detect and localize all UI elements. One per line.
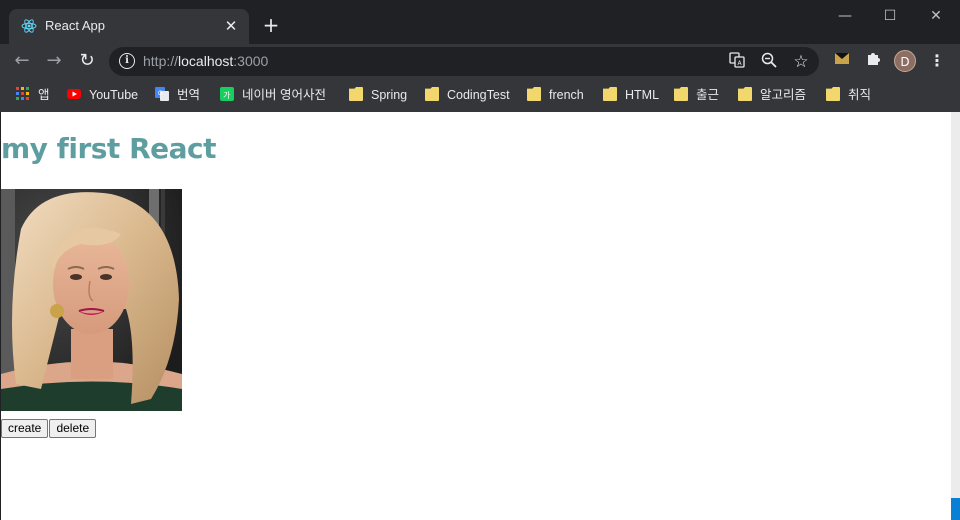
svg-text:G: G <box>158 91 163 97</box>
tab-strip: React App ✕ + — ☐ ✕ <box>0 0 960 44</box>
react-logo-icon <box>21 19 37 33</box>
folder-icon <box>425 87 439 101</box>
bookmark-folder-french[interactable]: french <box>527 85 584 105</box>
folder-icon <box>603 87 617 101</box>
minimize-button[interactable]: — <box>822 6 868 28</box>
taskbar-accent <box>951 498 960 520</box>
extensions-puzzle-icon[interactable] <box>861 49 885 73</box>
portrait-image <box>1 189 182 411</box>
bookmark-youtube[interactable]: YouTube <box>67 85 138 105</box>
maximize-button[interactable]: ☐ <box>867 6 913 28</box>
bookmark-folder-algorithm[interactable]: 알고리즘 <box>738 85 806 105</box>
site-info-icon[interactable]: i <box>119 53 135 69</box>
svg-text:가: 가 <box>223 91 231 100</box>
extension-icon[interactable] <box>830 49 854 73</box>
bookmark-folder-spring[interactable]: Spring <box>349 85 407 105</box>
bookmark-folder-job[interactable]: 취직 <box>826 85 871 105</box>
folder-icon <box>349 87 363 101</box>
forward-arrow-icon[interactable]: → <box>42 49 66 73</box>
folder-icon <box>826 87 840 101</box>
page-title: my first React <box>1 132 217 165</box>
profile-avatar[interactable]: D <box>894 50 916 72</box>
naver-dict-icon: 가 <box>220 87 234 101</box>
tab-close-icon[interactable]: ✕ <box>221 16 241 36</box>
folder-icon <box>527 87 541 101</box>
window-close-button[interactable]: ✕ <box>913 6 959 28</box>
apps-grid-icon <box>16 87 29 100</box>
browser-chrome: React App ✕ + — ☐ ✕ ← → ↻ i http://local… <box>0 0 960 112</box>
translate-icon[interactable]: A <box>727 52 747 72</box>
google-translate-icon: G <box>155 87 169 101</box>
bookmark-translate[interactable]: G 번역 <box>155 85 200 105</box>
bookmark-folder-codingtest[interactable]: CodingTest <box>425 85 510 105</box>
new-tab-button[interactable]: + <box>260 14 282 36</box>
url-text[interactable]: http://localhost:3000 <box>143 53 268 69</box>
create-button[interactable]: create <box>1 419 49 438</box>
bookmarks-bar: 앱 YouTube G 번역 가 네이버 영어사전 Spring CodingTes… <box>0 78 960 112</box>
bookmark-naver-dictionary[interactable]: 가 네이버 영어사전 <box>220 85 326 105</box>
tab-title: React App <box>45 18 105 33</box>
folder-icon <box>738 87 752 101</box>
bookmark-folder-html[interactable]: HTML <box>603 85 659 105</box>
taskbar-edge <box>951 112 960 520</box>
back-arrow-icon[interactable]: ← <box>10 49 34 73</box>
youtube-icon <box>67 89 81 99</box>
action-buttons: create delete <box>1 417 97 438</box>
reload-icon[interactable]: ↻ <box>75 49 99 73</box>
browser-toolbar: ← → ↻ i http://localhost:3000 A ☆ D ⋮ <box>0 44 960 78</box>
folder-icon <box>674 87 688 101</box>
menu-kebab-icon[interactable]: ⋮ <box>925 49 949 73</box>
delete-button[interactable]: delete <box>49 419 97 438</box>
bookmark-apps[interactable]: 앱 <box>16 85 50 105</box>
address-bar[interactable]: i http://localhost:3000 A ☆ <box>109 47 819 76</box>
zoom-out-icon[interactable] <box>759 52 779 72</box>
bookmark-star-icon[interactable]: ☆ <box>791 52 811 72</box>
page-viewport: my first React create delete <box>0 112 951 520</box>
bookmark-folder-commute[interactable]: 출근 <box>674 85 719 105</box>
tab-react-app[interactable]: React App ✕ <box>9 9 249 44</box>
